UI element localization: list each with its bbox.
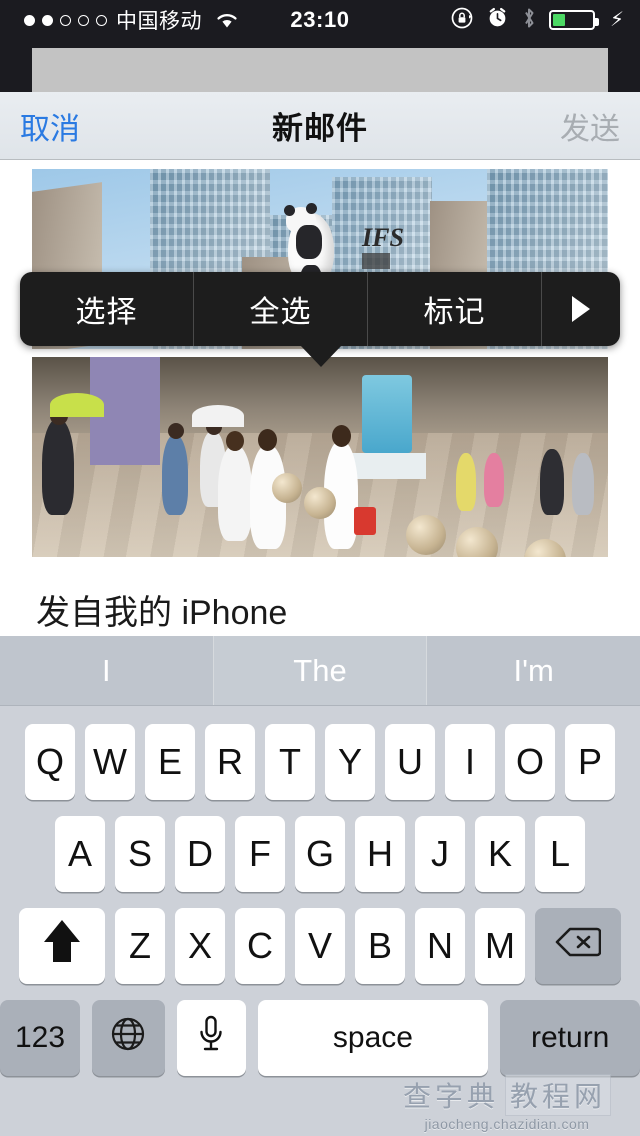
keyboard-row-4: 123 space return (0, 984, 640, 1076)
photo-panda-arm (296, 225, 322, 259)
key-z[interactable]: Z (115, 908, 165, 984)
key-g[interactable]: G (295, 816, 345, 892)
keyboard-row-3: Z X C V B N M (0, 892, 640, 984)
key-w[interactable]: W (85, 724, 135, 800)
battery-level-fill (552, 14, 566, 26)
key-t[interactable]: T (265, 724, 315, 800)
keyboard-row-1: Q W E R T Y U I O P (0, 706, 640, 800)
key-l[interactable]: L (535, 816, 585, 892)
photo-person (456, 453, 476, 511)
scrolled-field-strip (0, 40, 640, 92)
key-k[interactable]: K (475, 816, 525, 892)
edit-callout-menu[interactable]: 选择 全选 标记 (20, 272, 620, 346)
photo-red-bag (354, 507, 376, 535)
photo-person-head (258, 429, 277, 451)
shift-key[interactable] (19, 908, 105, 984)
key-c[interactable]: C (235, 908, 285, 984)
key-b[interactable]: B (355, 908, 405, 984)
photo-kiosk (362, 375, 412, 453)
page-title: 新邮件 (272, 111, 368, 146)
navigation-bar: 取消 新邮件 发送 (0, 92, 640, 160)
key-p[interactable]: P (565, 724, 615, 800)
status-bar: 中国移动 23:10 ⚡ (0, 0, 640, 40)
photo-bollard (304, 487, 336, 519)
predictive-text-bar[interactable]: I The I'm (0, 636, 640, 706)
attachment-image-street[interactable] (32, 357, 608, 557)
photo-panda-ear (306, 203, 317, 214)
key-h[interactable]: H (355, 816, 405, 892)
photo-umbrella (50, 393, 104, 417)
key-s[interactable]: S (115, 816, 165, 892)
prediction-candidate-2[interactable]: The (213, 636, 428, 705)
key-m[interactable]: M (475, 908, 525, 984)
menu-item-select[interactable]: 选择 (20, 272, 194, 346)
photo-person-head (332, 425, 351, 447)
return-key[interactable]: return (500, 1000, 640, 1076)
photo-sign (362, 253, 390, 269)
prediction-candidate-3[interactable]: I'm (427, 636, 640, 705)
signature-text[interactable]: 发自我的 iPhone (36, 585, 287, 634)
key-o[interactable]: O (505, 724, 555, 800)
space-key[interactable]: space (257, 1000, 489, 1076)
backspace-key[interactable] (535, 908, 621, 984)
menu-item-mark[interactable]: 标记 (368, 272, 542, 346)
battery-icon (548, 10, 599, 30)
globe-language-key[interactable] (92, 1000, 165, 1076)
photo-person-head (168, 423, 184, 439)
photo-person (218, 445, 252, 541)
photo-panda-ear (284, 205, 295, 216)
microphone-icon (196, 1014, 226, 1063)
key-a[interactable]: A (55, 816, 105, 892)
photo-person (162, 435, 188, 515)
photo-person (572, 453, 594, 515)
clock-label: 23:10 (290, 7, 350, 32)
photo-bollard (406, 515, 446, 555)
play-triangle-right-icon (572, 296, 590, 322)
menu-more-button[interactable] (542, 272, 620, 346)
globe-language-icon (108, 1014, 148, 1063)
photo-bollard (272, 473, 302, 503)
key-u[interactable]: U (385, 724, 435, 800)
key-r[interactable]: R (205, 724, 255, 800)
cancel-button[interactable]: 取消 (20, 104, 80, 148)
key-i[interactable]: I (445, 724, 495, 800)
prediction-candidate-1[interactable]: I (0, 636, 214, 705)
mail-compose-body[interactable]: IFS 发自我的 iPhone (0, 161, 640, 636)
dictation-key[interactable] (176, 1000, 246, 1076)
numbers-key[interactable]: 123 (0, 1000, 81, 1076)
scrolled-field-strip-inner (32, 48, 608, 92)
photo-ifs-logo: IFS (362, 223, 404, 252)
key-v[interactable]: V (295, 908, 345, 984)
keyboard-row-2: A S D F G H J K L (0, 800, 640, 892)
key-d[interactable]: D (175, 816, 225, 892)
key-e[interactable]: E (145, 724, 195, 800)
key-n[interactable]: N (415, 908, 465, 984)
photo-kiosk-base (348, 453, 426, 479)
photo-person (42, 419, 74, 515)
key-j[interactable]: J (415, 816, 465, 892)
photo-person-head (226, 431, 244, 451)
software-keyboard[interactable]: I The I'm Q W E R T Y U I O P A S D F G … (0, 636, 640, 1136)
key-y[interactable]: Y (325, 724, 375, 800)
photo-umbrella (192, 405, 244, 427)
callout-pointer-tail (300, 345, 342, 367)
menu-item-select-all[interactable]: 全选 (194, 272, 368, 346)
key-q[interactable]: Q (25, 724, 75, 800)
send-button[interactable]: 发送 (560, 104, 620, 148)
photo-person (484, 453, 504, 507)
photo-person (540, 449, 564, 515)
key-f[interactable]: F (235, 816, 285, 892)
key-x[interactable]: X (175, 908, 225, 984)
backspace-delete-icon (555, 925, 602, 967)
